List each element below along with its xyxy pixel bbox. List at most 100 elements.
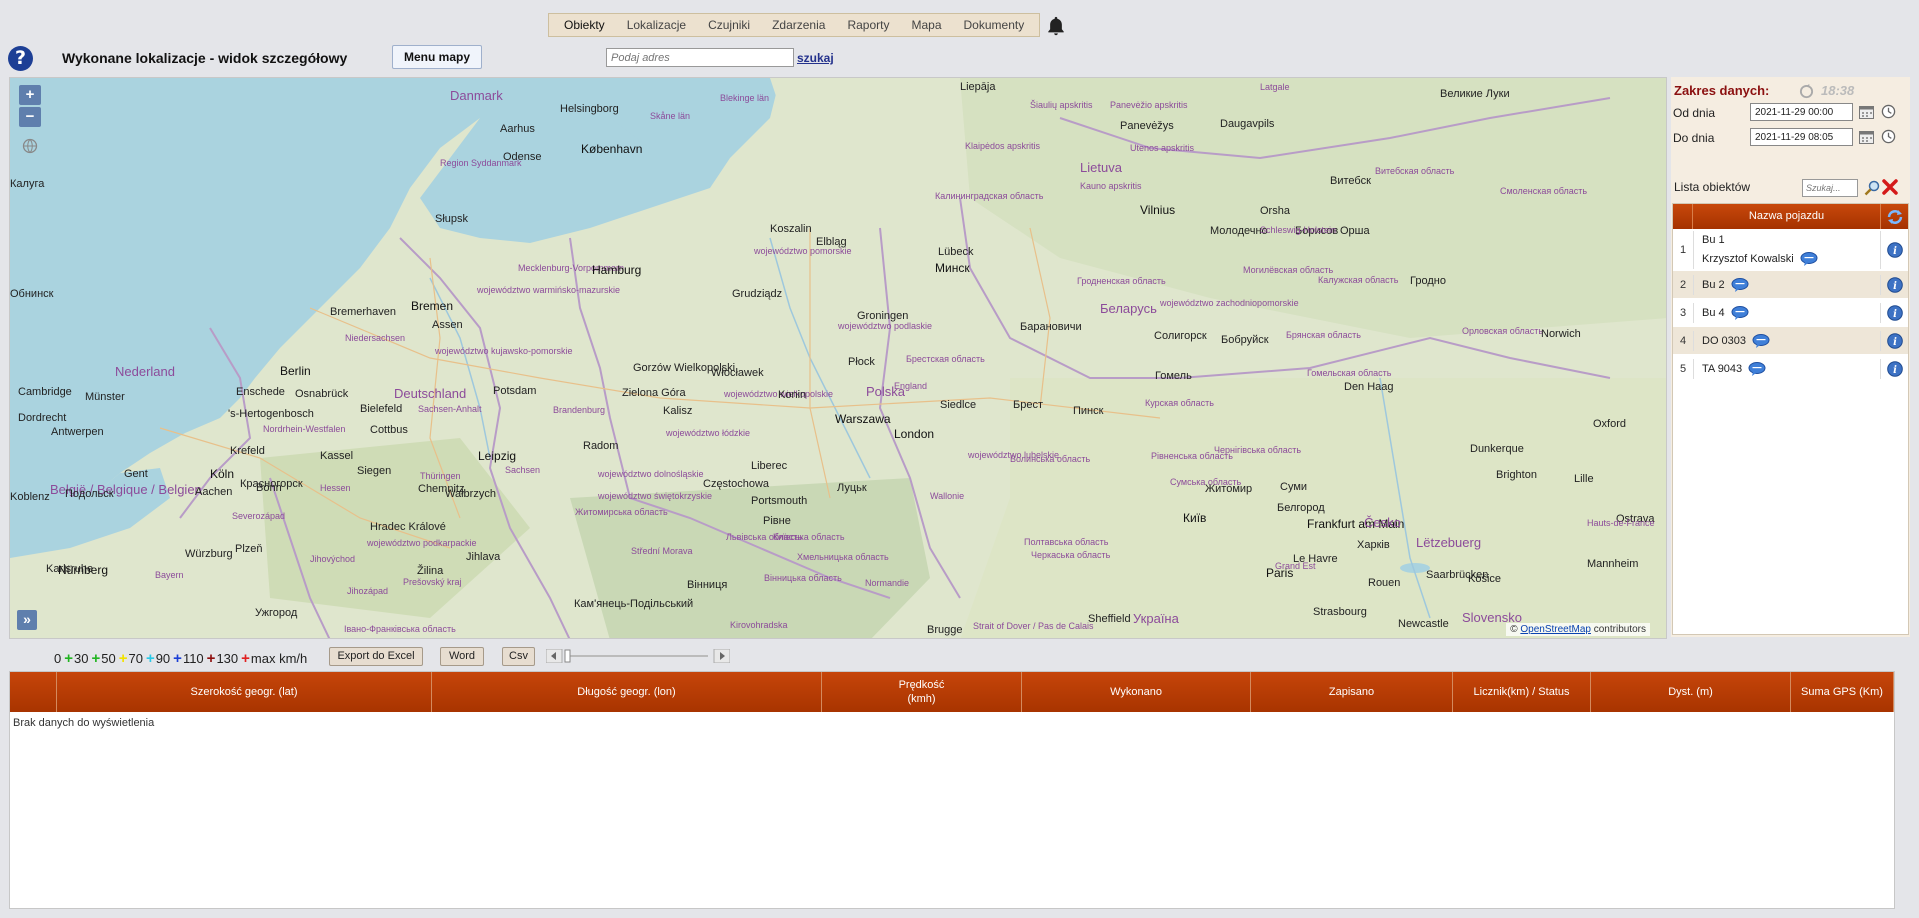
speed-legend-label: 110 xyxy=(182,651,204,666)
info-icon[interactable]: i xyxy=(1886,304,1903,321)
vehicle-name-cell[interactable]: TA 9043 xyxy=(1693,358,1881,379)
clock-icon[interactable] xyxy=(1881,129,1896,144)
clear-icon[interactable] xyxy=(1881,178,1899,196)
copyright-symbol: © xyxy=(1510,624,1518,635)
column-header[interactable]: Wykonano xyxy=(1022,672,1251,712)
search-icon[interactable] xyxy=(1864,180,1880,196)
speed-legend-label: 0 xyxy=(54,651,62,666)
speed-legend: 0 +30 +50 +70 +90 +110 +130 + max km/h xyxy=(54,650,310,667)
message-icon[interactable] xyxy=(1752,333,1770,348)
vehicle-table-header: Nazwa pojazdu xyxy=(1673,204,1908,229)
message-icon[interactable] xyxy=(1731,277,1749,292)
driver-name: Krzysztof Kowalski xyxy=(1702,252,1794,265)
to-date-input[interactable]: 2021-11-29 08:05 xyxy=(1750,128,1853,146)
speed-color-marker: + xyxy=(241,650,250,667)
vehicle-number: 4 xyxy=(1679,334,1687,347)
svg-text:i: i xyxy=(1893,309,1897,320)
expand-panel-button[interactable]: » xyxy=(17,610,37,630)
clock-icon[interactable] xyxy=(1881,104,1896,119)
nav-item-raporty[interactable]: Raporty xyxy=(836,14,900,36)
data-range-title: Zakres danych: xyxy=(1674,83,1770,98)
vehicle-row[interactable]: 4 DO 0303 i xyxy=(1673,327,1908,355)
zoom-out-button[interactable]: − xyxy=(19,107,41,127)
osm-link[interactable]: OpenStreetMap xyxy=(1520,624,1591,635)
column-header[interactable] xyxy=(10,672,57,712)
vehicle-number: 5 xyxy=(1679,362,1687,375)
main-nav: Obiekty Lokalizacje Czujniki Zdarzenia Rapor… xyxy=(548,13,1041,37)
info-icon[interactable]: i xyxy=(1886,241,1903,258)
svg-text:i: i xyxy=(1893,281,1897,292)
vehicle-number: 2 xyxy=(1679,278,1687,291)
export-excel-button[interactable]: Export do Excel xyxy=(329,647,423,666)
vehicle-row[interactable]: 3 Bu 4 i xyxy=(1673,299,1908,327)
playback-slider[interactable] xyxy=(546,649,730,663)
results-table-header: Szerokość geogr. (lat) Długość geogr. (lo… xyxy=(10,672,1894,712)
vehicle-row[interactable]: 2 Bu 2 i xyxy=(1673,271,1908,299)
speed-legend-label: 50 xyxy=(101,651,116,666)
message-icon[interactable] xyxy=(1748,361,1766,376)
speed-color-marker: + xyxy=(206,650,216,667)
vehicle-name-cell[interactable]: Bu 2 xyxy=(1693,274,1881,295)
info-icon[interactable]: i xyxy=(1886,332,1903,349)
zoom-in-button[interactable]: + xyxy=(19,85,41,105)
speed-color-marker: + xyxy=(91,650,101,667)
nav-item-dokumenty[interactable]: Dokumenty xyxy=(953,14,1036,36)
bell-icon[interactable] xyxy=(1045,15,1067,37)
map-view[interactable]: Liepāja Latgale Великие Луки Danmark Helsing… xyxy=(9,77,1667,639)
speed-legend-label: max km/h xyxy=(250,651,308,666)
nav-item-zdarzenia[interactable]: Zdarzenia xyxy=(761,14,836,36)
nav-item-obiekty[interactable]: Obiekty xyxy=(553,14,616,36)
sync-icon[interactable] xyxy=(1886,209,1904,225)
nav-item-mapa[interactable]: Mapa xyxy=(900,14,952,36)
vehicle-name-cell[interactable]: Bu 1 Krzysztof Kowalski xyxy=(1693,230,1881,269)
export-csv-button[interactable]: Csv xyxy=(502,647,535,666)
map-menu-button[interactable]: Menu mapy xyxy=(392,45,482,69)
vehicle-name-header[interactable]: Nazwa pojazdu xyxy=(1693,204,1881,229)
vehicle-name: Bu 4 xyxy=(1702,306,1725,319)
column-header[interactable]: Szerokość geogr. (lat) xyxy=(57,672,432,712)
speed-color-marker: + xyxy=(145,650,155,667)
objects-search-input[interactable] xyxy=(1802,179,1858,197)
vehicle-row[interactable]: 5 TA 9043 i xyxy=(1673,355,1908,383)
calendar-icon[interactable] xyxy=(1859,130,1874,144)
vehicle-name: Bu 1 xyxy=(1702,233,1725,246)
nav-item-lokalizacje[interactable]: Lokalizacje xyxy=(616,14,697,36)
right-panel: Zakres danych: 18:38 Od dnia 2021-11-29 … xyxy=(1671,77,1910,637)
svg-text:i: i xyxy=(1893,337,1897,348)
map-attribution: © OpenStreetMap contributors xyxy=(1506,623,1650,636)
vehicle-name: TA 9043 xyxy=(1702,362,1743,375)
from-date-label: Od dnia xyxy=(1673,106,1716,120)
message-icon[interactable] xyxy=(1731,305,1749,320)
column-header[interactable]: Zapisano xyxy=(1251,672,1453,712)
nav-item-czujniki[interactable]: Czujniki xyxy=(697,14,761,36)
column-header[interactable]: Dyst. (m) xyxy=(1591,672,1791,712)
vehicle-row[interactable]: 1 Bu 1 Krzysztof Kowalski i xyxy=(1673,229,1908,271)
speed-legend-label: 70 xyxy=(128,651,143,666)
attribution-suffix: contributors xyxy=(1593,624,1646,635)
column-header[interactable]: Prędkość (kmh) xyxy=(822,672,1022,712)
column-header[interactable]: Suma GPS (Km) xyxy=(1791,672,1894,712)
message-icon[interactable] xyxy=(1800,251,1818,266)
from-date-input[interactable]: 2021-11-29 00:00 xyxy=(1750,103,1853,121)
calendar-icon[interactable] xyxy=(1859,105,1874,119)
speed-color-marker: + xyxy=(173,650,182,667)
objects-list-label: Lista obiektów xyxy=(1674,180,1751,194)
address-search-input[interactable] xyxy=(606,48,794,67)
empty-message: Brak danych do wyświetlenia xyxy=(13,717,155,729)
info-icon[interactable]: i xyxy=(1886,276,1903,293)
search-link[interactable]: szukaj xyxy=(797,51,834,65)
info-icon[interactable]: i xyxy=(1886,360,1903,377)
vehicle-name-cell[interactable]: Bu 4 xyxy=(1693,302,1881,323)
column-header[interactable]: Długość geogr. (lon) xyxy=(432,672,822,712)
export-word-button[interactable]: Word xyxy=(440,647,484,666)
vehicle-name: DO 0303 xyxy=(1702,334,1747,347)
vehicle-name-cell[interactable]: DO 0303 xyxy=(1693,330,1881,351)
results-table: Szerokość geogr. (lat) Długość geogr. (lo… xyxy=(9,671,1895,909)
map-tiles xyxy=(10,78,1666,638)
column-header[interactable]: Licznik(km) / Status xyxy=(1453,672,1591,712)
layers-icon[interactable] xyxy=(22,138,38,154)
speed-color-marker: + xyxy=(118,650,128,667)
help-icon[interactable]: ? xyxy=(8,46,33,71)
speed-color-marker: + xyxy=(64,650,73,667)
refresh-icon[interactable] xyxy=(1799,84,1814,99)
